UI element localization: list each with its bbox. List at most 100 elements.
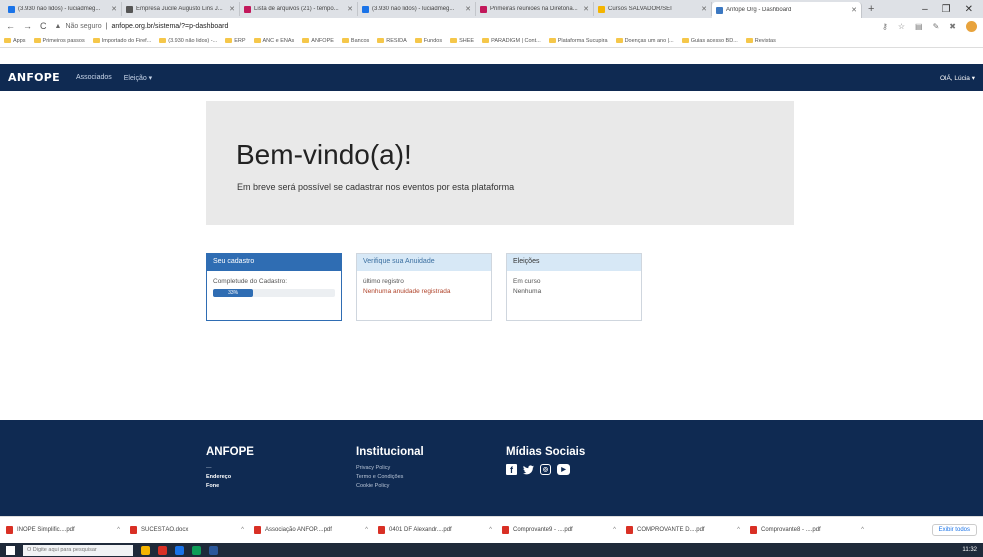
close-tab-icon[interactable]: ✕: [583, 5, 589, 13]
download-item[interactable]: Comprovante8 - ....pdf ^: [750, 526, 870, 534]
footer-phone-label: Fone: [206, 483, 220, 489]
user-menu[interactable]: OlÁ, Lúcia ▾: [940, 74, 975, 82]
explorer-icon[interactable]: [141, 545, 150, 555]
download-filename: INOPE Simplific....pdf: [17, 527, 75, 533]
browser-tab[interactable]: Cursos SALVADOR/SEI ✕: [594, 2, 712, 16]
app-icon[interactable]: [175, 545, 184, 555]
extension-icon[interactable]: ✖: [949, 22, 956, 31]
bookmark-item[interactable]: Importado do Firef...: [92, 38, 151, 44]
app-icon[interactable]: [158, 545, 167, 555]
profile-avatar-icon[interactable]: [966, 20, 977, 32]
extension-icon[interactable]: ✎: [933, 22, 940, 31]
browser-tab[interactable]: (3.930 não lidos) - luciadmeg... ✕: [4, 2, 122, 16]
close-tab-icon[interactable]: ✕: [851, 6, 857, 14]
download-item[interactable]: 0401 DF Alexandr....pdf ^: [378, 526, 498, 534]
back-icon[interactable]: ←: [6, 21, 15, 31]
browser-tab-title: (3.930 não lidos) - luciadmeg...: [372, 6, 455, 12]
close-tab-icon[interactable]: ✕: [347, 5, 353, 13]
pdf-file-icon: [626, 526, 633, 534]
windows-start-icon[interactable]: [6, 545, 15, 555]
bookmark-item[interactable]: (3.930 não lidos) -...: [159, 38, 217, 44]
bookmark-item[interactable]: Guias acesso BD...: [681, 37, 738, 44]
reload-icon[interactable]: C: [40, 21, 47, 31]
card-eleicoes-title[interactable]: Eleições: [507, 254, 641, 271]
folder-icon: [4, 38, 11, 43]
bookmark-item[interactable]: Primeiros passos: [33, 38, 85, 44]
chevron-up-icon[interactable]: ^: [737, 527, 746, 533]
chevron-up-icon[interactable]: ^: [861, 527, 870, 533]
maximize-icon[interactable]: ❐: [942, 4, 951, 15]
card-cadastro-title[interactable]: Seu cadastro: [207, 254, 341, 271]
taskbar-search-input[interactable]: O Digite aqui para pesquisar: [23, 544, 133, 556]
separator: |: [105, 22, 108, 30]
close-tab-icon[interactable]: ✕: [111, 5, 117, 13]
bookmark-item[interactable]: Apps: [4, 38, 26, 44]
footer-link-terms[interactable]: Termo e Condições: [356, 473, 424, 482]
facebook-icon[interactable]: f: [506, 464, 517, 475]
browser-tab[interactable]: (3.930 não lidos) - luciadmeg... ✕: [358, 2, 476, 16]
download-item[interactable]: Comprovante9 - ....pdf ^: [502, 526, 622, 534]
bookmark-label: RESIDA: [386, 37, 407, 44]
bookmark-item[interactable]: PARADIGM | Cont...: [482, 38, 541, 44]
pdf-file-icon: [254, 526, 261, 534]
bookmark-item[interactable]: ANFOPE: [302, 38, 334, 44]
window-controls: – ❐ ✕: [922, 4, 983, 15]
download-item[interactable]: COMPROVANTE D....pdf ^: [626, 526, 746, 534]
footer-anfope-title: ANFOPE: [206, 446, 254, 458]
close-window-icon[interactable]: ✕: [965, 4, 973, 15]
bookmark-item[interactable]: SHEE: [450, 38, 474, 44]
close-tab-icon[interactable]: ✕: [701, 5, 707, 13]
chevron-up-icon[interactable]: ^: [613, 527, 622, 533]
bookmark-item[interactable]: RESIDA: [377, 37, 407, 44]
download-filename: Associação ANFOP....pdf: [265, 527, 332, 533]
browser-tab[interactable]: Empresa Jucile Augusto Lins J... ✕: [122, 2, 240, 16]
bookmark-label: Doenças um ano |...: [624, 37, 674, 44]
forward-icon[interactable]: →: [23, 21, 32, 31]
minimize-icon[interactable]: –: [922, 4, 928, 15]
bookmark-item[interactable]: ERP: [225, 38, 246, 44]
pdf-file-icon: [378, 526, 385, 534]
download-item[interactable]: SUCESTÃO.docx ^: [130, 526, 250, 534]
chevron-up-icon[interactable]: ^: [117, 527, 126, 533]
folder-icon: [681, 38, 689, 43]
extension-icon[interactable]: ▤: [915, 22, 923, 31]
twitter-icon[interactable]: [523, 464, 534, 475]
footer-address-label: Endereço: [206, 474, 232, 480]
browser-tab[interactable]: Anfope Org - Dashboard ✕: [712, 2, 862, 18]
close-tab-icon[interactable]: ✕: [229, 5, 235, 13]
new-tab-button[interactable]: +: [862, 3, 880, 15]
omnibox[interactable]: ▲ Não seguro | anfope.org.br/sistema/?=p…: [55, 20, 875, 32]
star-icon[interactable]: ☆: [898, 22, 905, 31]
browser-tab[interactable]: Lista de arquivos (21) - tempo... ✕: [240, 2, 358, 16]
nav-eleicao[interactable]: Eleição ▾: [124, 74, 152, 82]
close-tab-icon[interactable]: ✕: [465, 5, 471, 13]
bookmark-item[interactable]: Doenças um ano |...: [615, 37, 674, 44]
card-anuidade-title[interactable]: Verifique sua Anuidade: [357, 254, 491, 271]
browser-tab-title: (3.930 não lidos) - luciadmeg...: [18, 6, 101, 12]
warning-icon: ▲: [54, 22, 62, 30]
bookmark-item[interactable]: Revistas: [745, 38, 776, 44]
show-all-downloads-button[interactable]: Exibir todos: [931, 524, 977, 536]
instagram-icon[interactable]: ◎: [540, 464, 551, 475]
download-item[interactable]: INOPE Simplific....pdf ^: [6, 526, 126, 534]
bookmark-item[interactable]: ANC e ENAs: [253, 38, 294, 44]
bookmark-label: Guias acesso BD...: [690, 37, 738, 44]
chrome-icon[interactable]: [192, 545, 201, 555]
download-item[interactable]: Associação ANFOP....pdf ^: [254, 526, 374, 534]
youtube-icon[interactable]: ▶: [557, 464, 570, 475]
nav-associados[interactable]: Associados: [76, 74, 112, 81]
key-icon[interactable]: ⚷: [882, 22, 888, 31]
bookmark-label: PARADIGM | Cont...: [491, 37, 541, 44]
chevron-up-icon[interactable]: ^: [489, 527, 498, 533]
bookmark-item[interactable]: Plataforma Sucupira: [548, 38, 608, 44]
bookmark-item[interactable]: Bancos: [341, 38, 369, 44]
card-anuidade: Verifique sua Anuidade último registro N…: [356, 253, 492, 321]
chevron-up-icon[interactable]: ^: [365, 527, 374, 533]
footer-link-privacy[interactable]: Privacy Policy: [356, 464, 424, 473]
footer-link-cookies[interactable]: Cookie Policy: [356, 482, 424, 491]
site-logo[interactable]: ANFOPE: [8, 71, 60, 84]
browser-tab[interactable]: Primeiras reuniões na Diretoria... ✕: [476, 2, 594, 16]
word-icon[interactable]: [209, 545, 218, 555]
bookmark-item[interactable]: Fundos: [414, 38, 442, 44]
chevron-up-icon[interactable]: ^: [241, 527, 250, 533]
